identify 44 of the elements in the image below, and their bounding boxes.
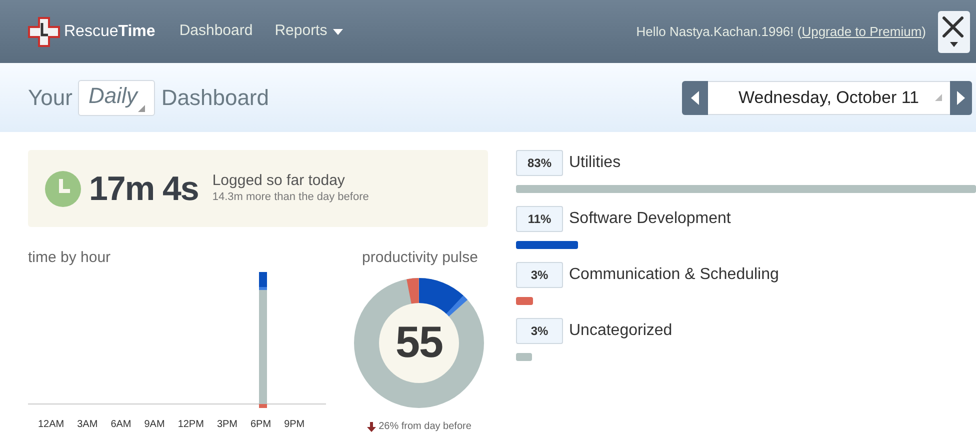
category-name[interactable]: Utilities [569,151,621,175]
nav-link[interactable]: Dashboard [179,20,253,43]
pulse-change: 26% from day before [378,422,472,432]
percent-label: 3% [516,318,563,344]
next-day-button[interactable] [950,80,972,114]
percent-label: 3% [516,262,563,288]
chart-title: time by hour [28,248,112,268]
logo-icon [28,16,60,46]
caret-icon [333,28,344,34]
settings-button[interactable] [938,10,970,52]
percent-label: 83% [516,150,563,176]
corner-icon [935,94,942,101]
hour-label: 12AM [38,420,64,430]
clock-icon [45,170,81,206]
hour-label: 6AM [110,420,132,430]
hour-label: 12PM [178,420,204,430]
percent-label: 11% [516,206,563,232]
previous-day-button[interactable] [682,80,708,114]
title-prefix: Your [28,84,72,112]
category-name[interactable]: Uncategorized [569,319,672,343]
down-arrow-icon [366,422,376,432]
upgrade-link[interactable]: Upgrade to Premium [802,24,922,39]
hour-label: 3AM [77,420,98,430]
comparison-text: 14.3m more than the day before [212,191,369,205]
hour-label: 9AM [144,420,165,430]
right-arrow-icon [957,90,965,104]
period-dropdown[interactable]: Daily [78,80,156,116]
logged-caption: Logged so far today [212,172,346,191]
hour-label: 9PM [284,420,305,430]
chart-title: productivity pulse [362,248,478,268]
category-name[interactable]: Software Development [569,207,731,231]
closing-paren: ) [922,24,926,39]
greeting-text: Hello Nastya.Kachan.1996! ( [636,24,802,39]
date-picker[interactable]: Wednesday, October 11 [708,80,950,114]
hour-label: 6PM [250,420,272,430]
title-suffix: Dashboard [161,84,269,112]
pulse-score: 55 [394,316,444,368]
corner-icon [138,104,146,112]
left-arrow-icon [691,90,699,104]
nav-link[interactable]: Reports [274,20,344,43]
hour-label: 3PM [216,420,238,430]
category-name[interactable]: Communication & Scheduling [569,263,779,287]
total-time: 17m 4s [89,172,198,206]
brand-name[interactable]: RescueTime [64,20,156,44]
